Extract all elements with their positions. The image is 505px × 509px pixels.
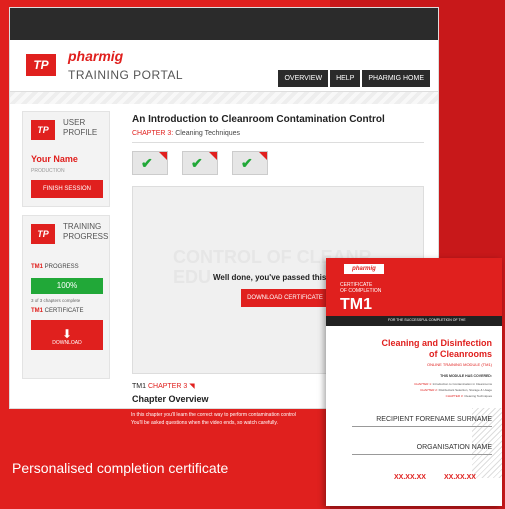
caption: Personalised completion certificate [12, 460, 229, 476]
certificate-logo: pharmig [344, 264, 384, 274]
recipient-name: RECIPIENT FORENAME SURNAME [376, 416, 492, 423]
top-nav: OVERVIEW HELP PHARMIG HOME [278, 70, 430, 87]
certificate-chapter-2: CHAPTER 2: Disinfectant Selection, Stora… [420, 388, 492, 392]
certificate-heading: Cleaning and Disinfection of Cleanrooms [381, 338, 492, 359]
chapter-thumb-3[interactable]: ✔ [232, 151, 268, 175]
overview-desc-line1: In this chapter you'll learn the correct… [131, 412, 296, 418]
chapter-heading: CHAPTER 3: Cleaning Techniques [132, 130, 241, 137]
progress-card-title: TRAINING PROGRESS [63, 222, 109, 241]
flag-icon: ◥ [189, 383, 195, 390]
organisation-line [352, 454, 492, 455]
certificate-module: ONLINE TRAINING MODULE (TM1) [426, 362, 492, 367]
brand-logo: pharmig [68, 48, 124, 64]
finish-session-button[interactable]: FINISH SESSION [31, 180, 103, 198]
certificate-covered: THIS MODULE HAS COVERED: [440, 374, 492, 378]
certificate-subtitle: CERTIFICATE OF COMPLETION [340, 282, 382, 294]
passed-message: Well done, you've passed this ch [213, 273, 338, 282]
certificate-preview: pharmig CERTIFICATE OF COMPLETION TM1 FOR… [326, 258, 502, 506]
progress-bar: 100% [31, 278, 103, 294]
certificate-date-1: XX.XX.XX [394, 474, 426, 481]
check-icon: ✔ [191, 155, 203, 171]
progress-icon: TP [31, 224, 55, 244]
certificate-date-2: XX.XX.XX [444, 474, 476, 481]
check-icon: ✔ [241, 155, 253, 171]
profile-card-title: USER PROFILE [63, 118, 98, 137]
certificate-chapter-1: CHAPTER 1: Introduction to Contamination… [414, 382, 492, 386]
check-icon: ✔ [141, 155, 153, 171]
download-certificate-button[interactable]: DOWNLOAD CERTIFICATE [241, 289, 329, 307]
nav-overview[interactable]: OVERVIEW [278, 70, 329, 87]
divider [132, 142, 424, 143]
portal-title: TRAINING PORTAL [68, 68, 184, 82]
chapter-overview-title: Chapter Overview [132, 394, 209, 404]
nav-pharmig-home[interactable]: PHARMIG HOME [362, 70, 430, 87]
user-role: PRODUCTION [31, 168, 65, 174]
overview-desc-line2: You'll be asked questions when the video… [131, 420, 278, 426]
user-name: Your Name [31, 154, 78, 164]
user-profile-card: TP USER PROFILE Your Name PRODUCTION FIN… [22, 111, 110, 207]
download-icon: ⬇ [61, 327, 73, 341]
course-title: An Introduction to Cleanroom Contaminati… [132, 114, 385, 125]
corner-flag-icon [159, 152, 167, 160]
certificate-chapter-3: CHAPTER 3: Cleaning Techniques [445, 394, 492, 398]
profile-icon: TP [31, 120, 55, 140]
header-stripe [10, 92, 438, 104]
chapters-complete: 3 of 3 chapters complete [31, 298, 81, 303]
tm1-progress-label: TM1 PROGRESS [31, 264, 79, 270]
download-button[interactable]: ⬇ DOWNLOAD [31, 320, 103, 350]
corner-flag-icon [209, 152, 217, 160]
certificate-band-text: FOR THE SUCCESSFUL COMPLETION OF THE [388, 318, 466, 322]
chapter-thumb-1[interactable]: ✔ [132, 151, 168, 175]
nav-help[interactable]: HELP [330, 70, 361, 87]
certificate-code: TM1 [340, 296, 372, 313]
training-progress-card: TP TRAINING PROGRESS TM1 PROGRESS 100% 3… [22, 215, 110, 379]
tp-logo-icon: TP [26, 54, 56, 76]
portal-header: TP pharmig TRAINING PORTAL OVERVIEW HELP… [10, 40, 438, 92]
organisation-name: ORGANISATION NAME [416, 444, 492, 451]
recipient-line [352, 426, 492, 427]
top-bar [10, 8, 438, 40]
corner-flag-icon [259, 152, 267, 160]
tm1-certificate-label: TM1 CERTIFICATE [31, 308, 84, 314]
chapter-footer-label: TM1 CHAPTER 3 ◥ [132, 383, 195, 390]
chapter-thumb-2[interactable]: ✔ [182, 151, 218, 175]
